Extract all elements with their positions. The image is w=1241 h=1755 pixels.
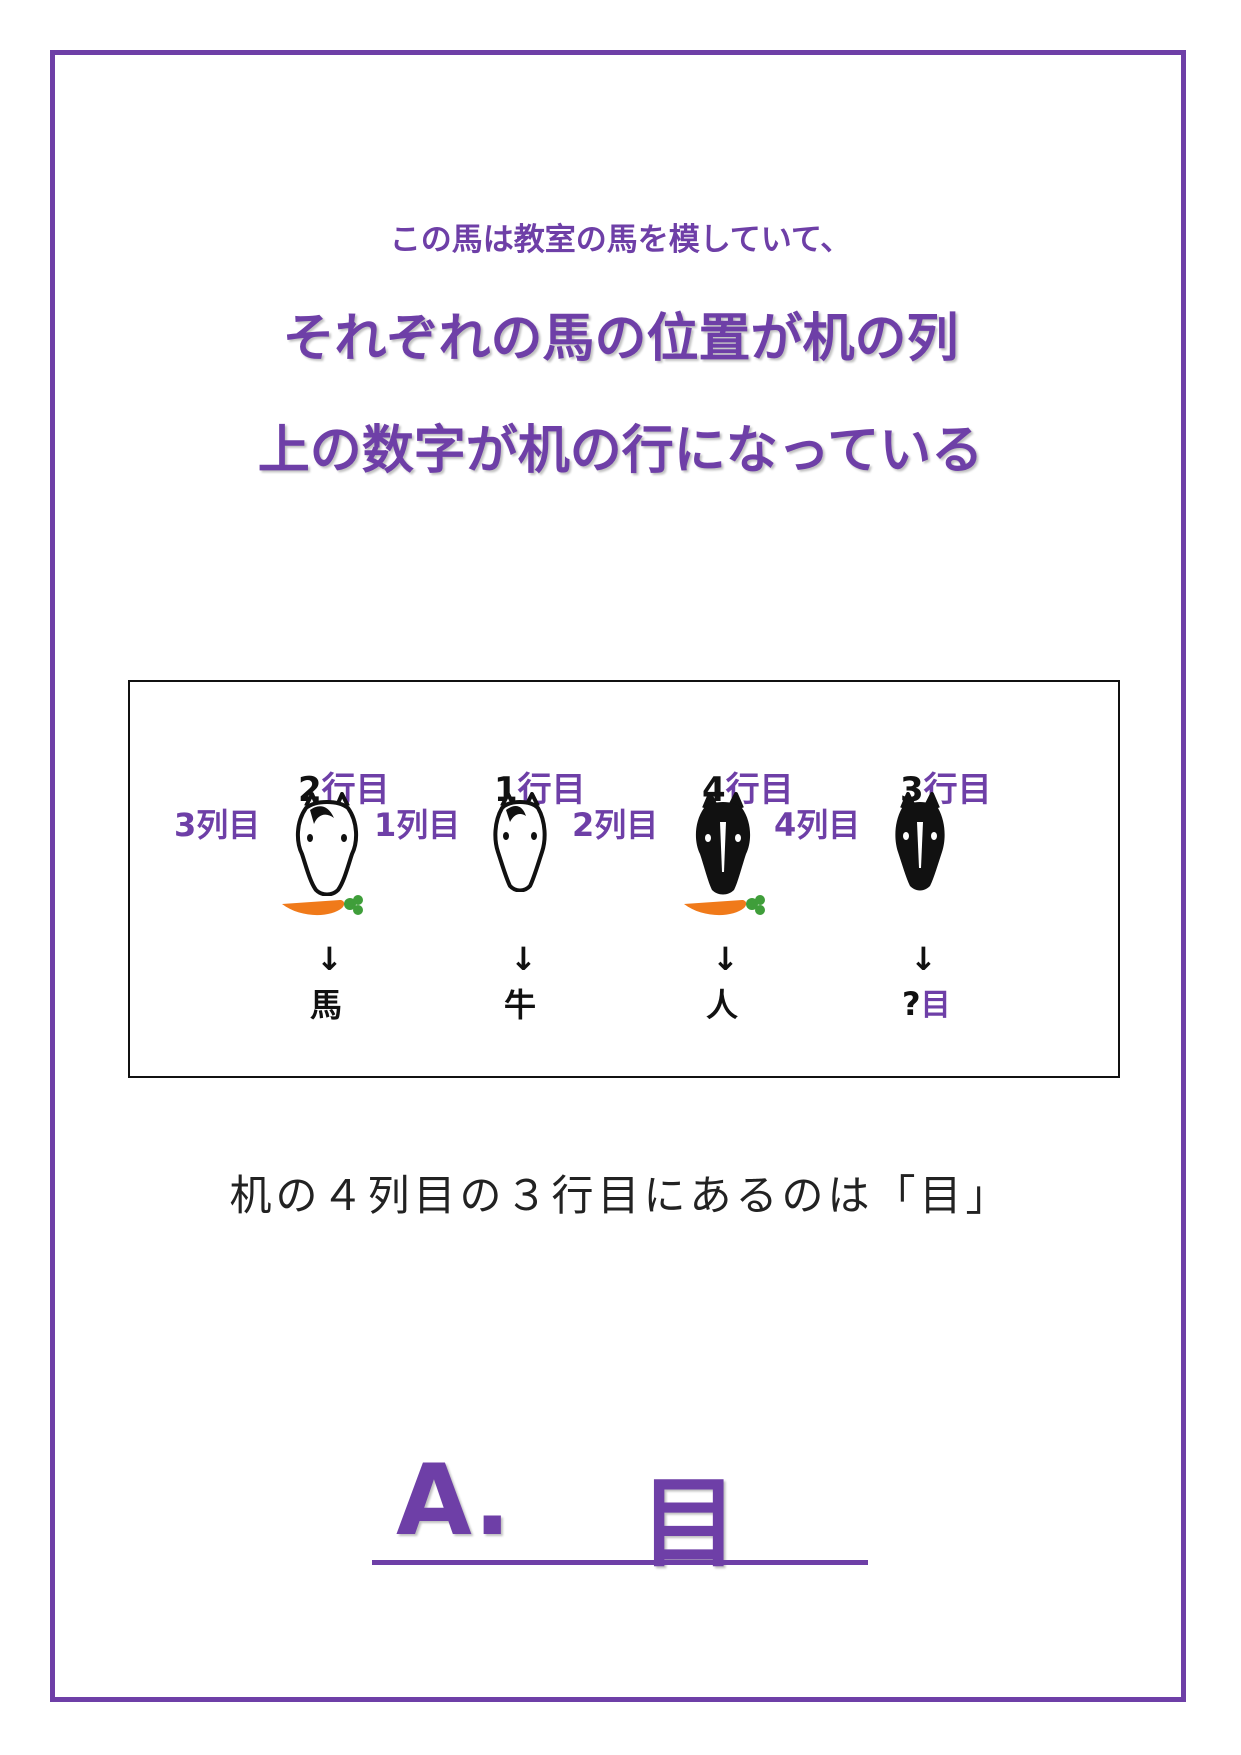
carrot-icon xyxy=(282,895,363,916)
answer-prefix: A. xyxy=(396,1444,511,1558)
arrow: ↓ xyxy=(510,940,537,978)
column-label: 3列目 xyxy=(174,806,261,844)
intro-text: この馬は教室の馬を模していて、 xyxy=(389,222,852,258)
result-main: 人 xyxy=(706,986,739,1024)
result-text: 馬 xyxy=(310,980,342,1026)
explanation-text: 机の４列目の３行目にあるのは「目」 xyxy=(229,1171,1012,1220)
result-main: 馬 xyxy=(310,986,343,1024)
horse-group-3: 4行目 2列目 ↓ 人 xyxy=(572,682,794,1080)
title-line-1: それぞれの馬の位置が机の列 xyxy=(282,309,959,369)
puzzle-box: 2行目 3列目 ↓ 馬 1行目 1列目 ↓ 牛 4行目 2列目 ↓ 人 3行目 … xyxy=(128,680,1120,1078)
arrow: ↓ xyxy=(712,940,739,978)
black-horse-icon xyxy=(895,792,945,891)
result-text: 人 xyxy=(706,980,738,1026)
arrow: ↓ xyxy=(316,940,343,978)
arrow: ↓ xyxy=(910,940,937,978)
column-label: 4列目 xyxy=(774,806,861,844)
horse-group-1: 2行目 3列目 ↓ 馬 xyxy=(174,682,390,1080)
result-text: 牛 xyxy=(504,980,536,1026)
white-horse-icon xyxy=(493,792,547,892)
black-horse-icon xyxy=(695,792,751,895)
horse-group-4: 3行目 4列目 ↓ ?目 xyxy=(774,682,992,1080)
white-horse-icon xyxy=(295,792,359,896)
carrot-icon xyxy=(684,895,765,916)
answer-underline xyxy=(372,1560,868,1565)
column-label: 1列目 xyxy=(374,806,461,844)
horse-group-2: 1行目 1列目 ↓ 牛 xyxy=(374,682,586,1080)
title-line-2: 上の数字が机の行になっている xyxy=(257,421,984,481)
result-main: ? xyxy=(902,985,921,1023)
column-label: 2列目 xyxy=(572,806,659,844)
result-text: ?目 xyxy=(902,980,951,1024)
result-extra: 目 xyxy=(920,988,951,1023)
result-main: 牛 xyxy=(504,986,537,1024)
